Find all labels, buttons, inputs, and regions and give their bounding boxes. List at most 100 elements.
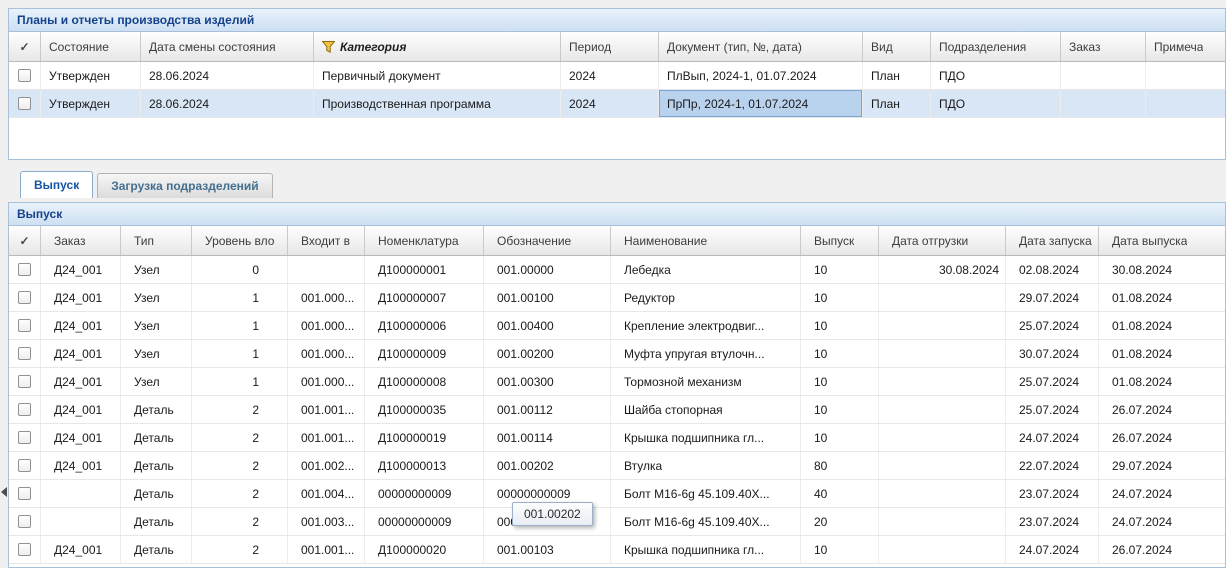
table-row[interactable]: Д24_001Узел1001.000...Д100000009001.0020…	[9, 340, 1225, 368]
grid-cell[interactable]: 2024	[561, 62, 659, 89]
grid-cell[interactable]: 10	[801, 368, 879, 395]
grid-cell[interactable]: 2	[192, 480, 288, 507]
grid-cell[interactable]: 001.00400	[484, 312, 611, 339]
grid-cell[interactable]: 26.07.2024	[1099, 536, 1225, 563]
grid-cell[interactable]: 001.001...	[288, 396, 365, 423]
grid-cell[interactable]: Узел	[121, 284, 192, 311]
grid-cell[interactable]: 001.00112	[484, 396, 611, 423]
column-header[interactable]: Подразделения	[931, 32, 1061, 61]
row-checkbox[interactable]	[18, 347, 31, 360]
column-header[interactable]: Категория	[314, 32, 561, 61]
grid-cell[interactable]: 01.08.2024	[1099, 368, 1225, 395]
grid-cell[interactable]: 25.07.2024	[1006, 368, 1099, 395]
grid-cell[interactable]: 001.003...	[288, 508, 365, 535]
grid-cell[interactable]: План	[863, 90, 931, 117]
grid-cell[interactable]: 01.08.2024	[1099, 312, 1225, 339]
table-row[interactable]: Д24_001Узел1001.000...Д100000006001.0040…	[9, 312, 1225, 340]
grid-cell[interactable]	[1146, 62, 1225, 89]
grid-cell[interactable]: План	[863, 62, 931, 89]
grid-cell[interactable]: 10	[801, 256, 879, 283]
row-checkbox[interactable]	[18, 291, 31, 304]
grid-cell[interactable]: 29.07.2024	[1099, 452, 1225, 479]
grid-cell[interactable]: Д100000007	[365, 284, 484, 311]
grid-cell[interactable]: Д24_001	[41, 312, 121, 339]
grid-cell[interactable]: Болт М16-6g 45.109.40Х...	[611, 480, 801, 507]
grid-cell[interactable]: 23.07.2024	[1006, 480, 1099, 507]
table-row[interactable]: Д24_001Деталь2001.001...Д100000019001.00…	[9, 424, 1225, 452]
grid-cell[interactable]: Деталь	[121, 396, 192, 423]
column-header[interactable]: Входит в	[288, 226, 365, 255]
grid-cell[interactable]: 10	[801, 340, 879, 367]
column-header[interactable]: Тип	[121, 226, 192, 255]
row-checkbox[interactable]	[18, 459, 31, 472]
row-checkbox[interactable]	[18, 403, 31, 416]
grid-cell[interactable]: 24.07.2024	[1099, 508, 1225, 535]
column-header[interactable]: Дата отгрузки	[879, 226, 1006, 255]
grid-cell[interactable]: Втулка	[611, 452, 801, 479]
grid-cell[interactable]: 22.07.2024	[1006, 452, 1099, 479]
grid-cell[interactable]: 02.08.2024	[1006, 256, 1099, 283]
grid-cell[interactable]: 001.002...	[288, 452, 365, 479]
grid-cell[interactable]	[879, 424, 1006, 451]
grid-cell[interactable]: Узел	[121, 340, 192, 367]
grid-cell[interactable]: ПлВып, 2024-1, 01.07.2024	[659, 62, 863, 89]
grid-cell[interactable]: 001.004...	[288, 480, 365, 507]
grid-cell[interactable]: 24.07.2024	[1006, 536, 1099, 563]
grid-cell[interactable]: 26.07.2024	[1099, 396, 1225, 423]
column-header[interactable]: Заказ	[1061, 32, 1146, 61]
row-checkbox[interactable]	[18, 487, 31, 500]
table-row[interactable]: Деталь2001.003...0000000000900000000009Б…	[9, 508, 1225, 536]
grid-cell[interactable]: 001.000...	[288, 368, 365, 395]
grid-cell[interactable]	[879, 396, 1006, 423]
column-header[interactable]: Период	[561, 32, 659, 61]
grid-cell[interactable]: Крепление электродвиг...	[611, 312, 801, 339]
splitter-handle[interactable]	[0, 480, 8, 504]
grid-cell[interactable]: 0	[192, 256, 288, 283]
row-checkbox[interactable]	[18, 515, 31, 528]
row-checkbox[interactable]	[18, 319, 31, 332]
grid-cell[interactable]: 00000000009	[365, 480, 484, 507]
grid-cell[interactable]	[879, 284, 1006, 311]
grid-cell[interactable]: 24.07.2024	[1006, 424, 1099, 451]
column-header[interactable]: Обозначение	[484, 226, 611, 255]
grid-cell[interactable]: 10	[801, 536, 879, 563]
grid-cell[interactable]: 2024	[561, 90, 659, 117]
row-checkbox[interactable]	[18, 431, 31, 444]
grid-cell[interactable]: Д24_001	[41, 256, 121, 283]
grid-cell[interactable]: Д24_001	[41, 536, 121, 563]
grid-cell[interactable]: 1	[192, 284, 288, 311]
grid-cell[interactable]: Д24_001	[41, 284, 121, 311]
grid-cell[interactable]: Узел	[121, 368, 192, 395]
table-row[interactable]: Деталь2001.004...0000000000900000000009Б…	[9, 480, 1225, 508]
grid-cell[interactable]	[879, 536, 1006, 563]
table-row[interactable]: Д24_001Деталь2001.001...Д100000020001.00…	[9, 536, 1225, 564]
column-header[interactable]: Наименование	[611, 226, 801, 255]
grid-cell[interactable]: Деталь	[121, 536, 192, 563]
grid-cell[interactable]: Д100000008	[365, 368, 484, 395]
grid-cell[interactable]: 001.00202	[484, 452, 611, 479]
grid-cell[interactable]: 01.08.2024	[1099, 340, 1225, 367]
column-header[interactable]: Дата выпуска	[1099, 226, 1225, 255]
grid-cell[interactable]: Болт М16-6g 45.109.40Х...	[611, 508, 801, 535]
tab-0[interactable]: Выпуск	[20, 171, 93, 198]
grid-cell[interactable]: ПДО	[931, 62, 1061, 89]
grid-cell[interactable]: Утвержден	[41, 90, 141, 117]
grid-cell[interactable]	[879, 312, 1006, 339]
table-row[interactable]: Д24_001Деталь2001.001...Д100000035001.00…	[9, 396, 1225, 424]
grid-cell[interactable]: Крышка подшипника гл...	[611, 536, 801, 563]
grid-cell[interactable]: Д100000001	[365, 256, 484, 283]
grid-cell[interactable]: 10	[801, 312, 879, 339]
grid-cell[interactable]: Узел	[121, 256, 192, 283]
grid-cell[interactable]: 2	[192, 508, 288, 535]
grid-cell[interactable]: Деталь	[121, 508, 192, 535]
column-header[interactable]: Дата смены состояния	[141, 32, 314, 61]
row-checkbox[interactable]	[18, 69, 31, 82]
grid-cell[interactable]: 2	[192, 536, 288, 563]
grid-cell[interactable]: 2	[192, 452, 288, 479]
table-row[interactable]: Утвержден28.06.2024Первичный документ202…	[9, 62, 1225, 90]
grid-cell[interactable]: 001.00300	[484, 368, 611, 395]
table-row[interactable]: Утвержден28.06.2024Производственная прог…	[9, 90, 1225, 118]
grid-cell[interactable]: 1	[192, 340, 288, 367]
grid-cell[interactable]: 01.08.2024	[1099, 284, 1225, 311]
column-header[interactable]: Заказ	[41, 226, 121, 255]
